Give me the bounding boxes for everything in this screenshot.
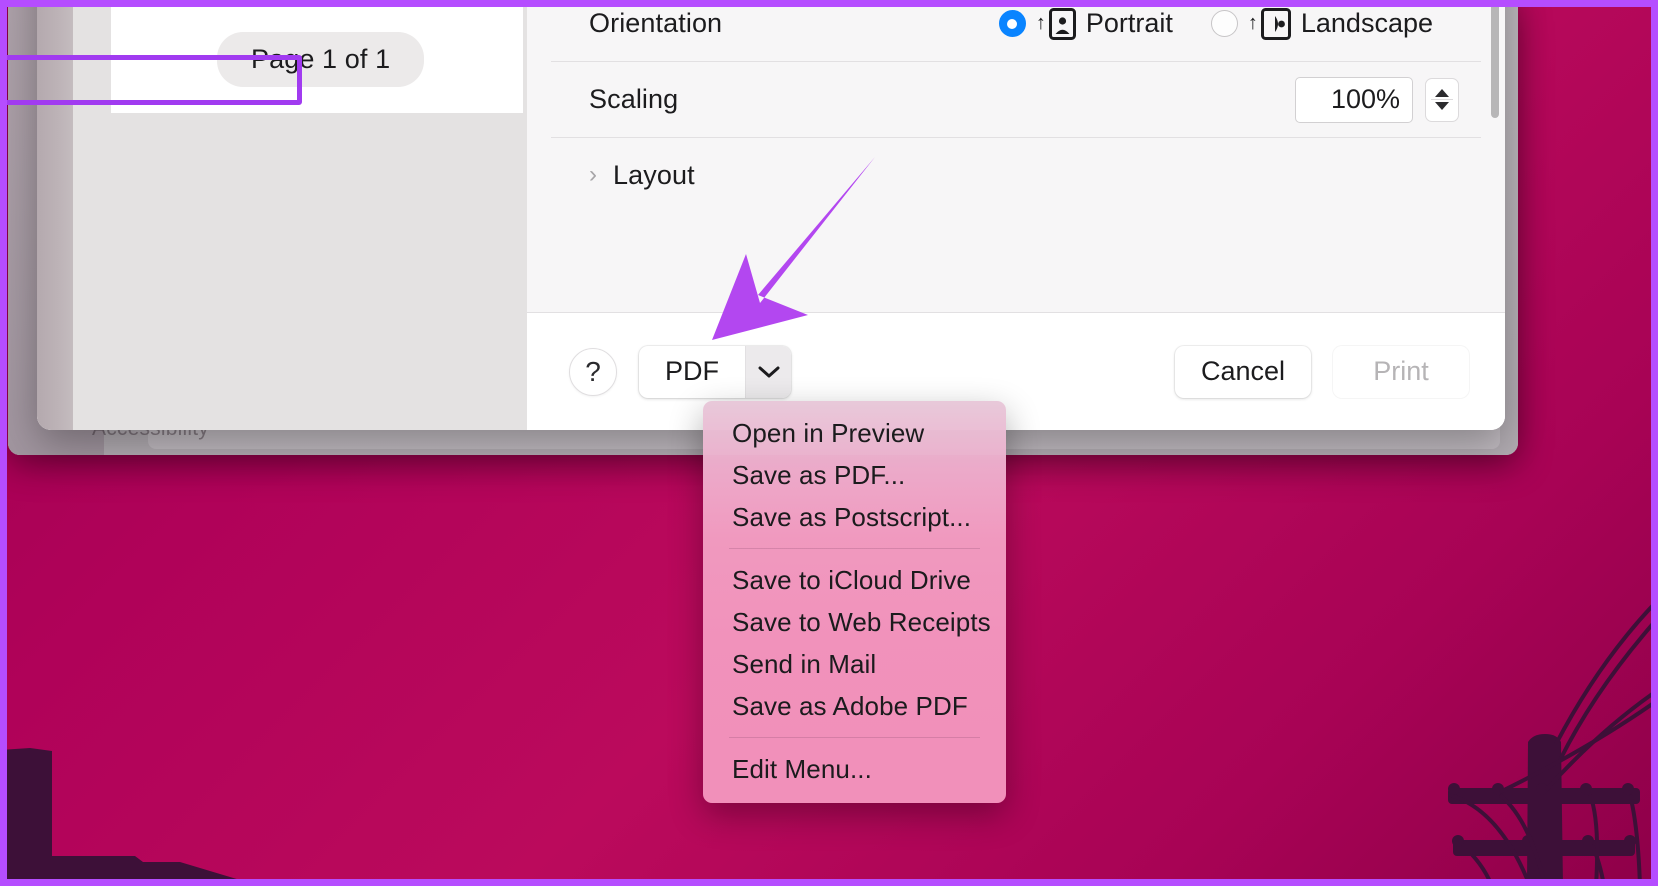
landscape-orientation-icon: ↑ (1247, 7, 1291, 40)
preview-gutter (37, 0, 73, 430)
orientation-label: Orientation (589, 8, 723, 38)
menu-item-save-as-pdf[interactable]: Save as PDF... (703, 454, 1006, 496)
footer-right-group: Cancel Print (1174, 345, 1469, 398)
row-scaling[interactable]: Scaling 100% (551, 62, 1481, 138)
scaling-control[interactable]: 100% (1295, 76, 1459, 123)
menu-separator (729, 737, 980, 738)
menu-separator (729, 548, 980, 549)
settings-scrollbar[interactable] (1491, 0, 1499, 204)
chevron-down-icon (1435, 102, 1449, 110)
scaling-label: Scaling (589, 84, 679, 114)
landscape-label: Landscape (1300, 8, 1433, 38)
menu-item-save-to-web-receipts[interactable]: Save to Web Receipts (703, 601, 1006, 643)
cancel-button[interactable]: Cancel (1174, 345, 1311, 398)
pdf-split-button[interactable]: PDF (639, 345, 791, 398)
portrait-page-glyph (1048, 7, 1076, 40)
orientation-option-landscape[interactable]: ↑ Landscape (1210, 7, 1433, 40)
arrow-up-glyph: ↑ (1247, 11, 1258, 34)
row-orientation[interactable]: Orientation ↑ Portrait ↑ Landscape (551, 0, 1481, 62)
print-preview-pane: Page 1 of 1 (37, 0, 527, 430)
pdf-dropdown-chevron-down-icon[interactable] (745, 345, 791, 398)
menu-item-save-as-adobe-pdf[interactable]: Save as Adobe PDF (703, 685, 1006, 727)
menu-item-edit-menu[interactable]: Edit Menu... (703, 748, 1006, 790)
scaling-stepper[interactable] (1425, 77, 1459, 122)
menu-item-save-to-icloud-drive[interactable]: Save to iCloud Drive (703, 559, 1006, 601)
orientation-control[interactable]: ↑ Portrait ↑ Landscape (998, 7, 1459, 40)
stepper-divider (1431, 99, 1453, 100)
print-settings-scroll-area[interactable]: Paper Size A4 210 by 297 mm Orientation (527, 0, 1505, 312)
chevron-right-icon: › (589, 161, 597, 188)
row-layout[interactable]: › Layout (551, 138, 1481, 212)
footer-left-group: ? PDF (569, 345, 791, 398)
radio-landscape[interactable] (1210, 10, 1238, 37)
chevron-up-icon (1435, 89, 1449, 97)
orientation-option-portrait[interactable]: ↑ Portrait (998, 7, 1173, 40)
chevron-down-glyph (758, 366, 779, 377)
radio-portrait[interactable] (998, 10, 1026, 37)
menu-item-send-in-mail[interactable]: Send in Mail (703, 643, 1006, 685)
print-button[interactable]: Print (1333, 345, 1469, 398)
pdf-dropdown-menu[interactable]: Open in Preview Save as PDF... Save as P… (703, 401, 1006, 803)
landscape-page-glyph (1260, 7, 1291, 40)
page-indicator: Page 1 of 1 (217, 32, 425, 87)
print-dialog-footer: ? PDF Cancel Print (527, 312, 1505, 430)
menu-item-open-in-preview[interactable]: Open in Preview (703, 412, 1006, 454)
screen: ❯ Accessibility Page 1 of 1 Paper Size A… (0, 0, 1658, 886)
print-settings-pane: Paper Size A4 210 by 297 mm Orientation (527, 0, 1505, 430)
print-dialog: Page 1 of 1 Paper Size A4 210 by 297 mm (37, 0, 1505, 430)
layout-label: Layout (613, 159, 695, 190)
menu-item-save-as-postscript[interactable]: Save as Postscript... (703, 496, 1006, 538)
portrait-label: Portrait (1085, 8, 1173, 38)
pdf-button[interactable]: PDF (639, 346, 745, 398)
scrollbar-thumb[interactable] (1491, 0, 1499, 118)
arrow-up-glyph: ↑ (1035, 11, 1046, 34)
scaling-input[interactable]: 100% (1295, 76, 1413, 123)
portrait-orientation-icon: ↑ (1035, 7, 1076, 40)
help-button[interactable]: ? (569, 347, 617, 396)
